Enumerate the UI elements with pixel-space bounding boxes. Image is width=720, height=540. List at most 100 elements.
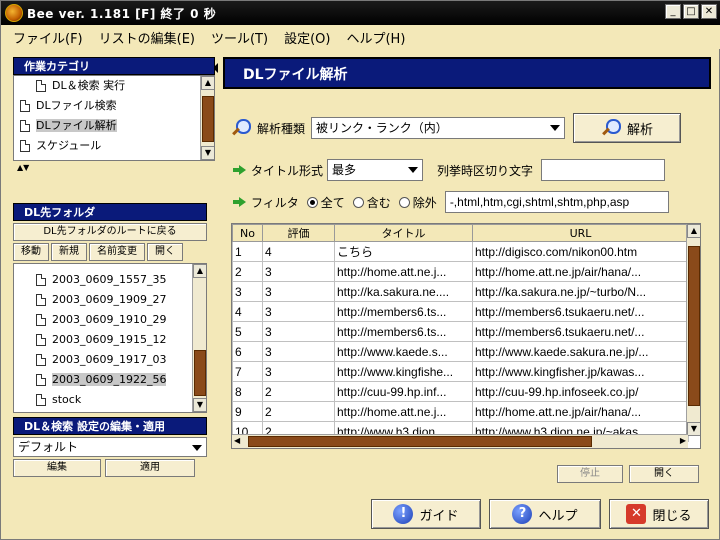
menu-file[interactable]: ファイル(F) (11, 26, 85, 49)
table-cell: http://digisco.com/nikon00.htm (472, 241, 689, 262)
table-cell: 9 (232, 401, 263, 422)
filter-exclude-radio[interactable] (398, 196, 410, 208)
folder-open-button[interactable]: 開く (147, 243, 183, 261)
scroll-left-icon[interactable]: ◀ (234, 436, 240, 445)
analyze-button[interactable]: 解析 (573, 113, 682, 143)
left-panel: 作業カテゴリ DL＆検索 実行 DLファイル検索 DLファイル解析 スケジュール… (13, 57, 215, 487)
splitter-arrows-icon[interactable]: ▲▼ (13, 161, 215, 175)
window-title: Bee ver. 1.181 [F] 終了 0 秒 (27, 6, 217, 21)
folder-list: 2003_0609_1557_35 2003_0609_1909_27 2003_0… (13, 263, 207, 413)
green-arrow-icon (233, 197, 247, 207)
minimize-button[interactable]: _ (665, 4, 681, 19)
category-item-schedule[interactable]: スケジュール (14, 136, 214, 156)
document-icon (20, 140, 30, 152)
folder-item[interactable]: 2003_0609_1909_27 (14, 290, 206, 310)
scroll-up-icon[interactable]: ▲ (201, 76, 214, 90)
folder-icon (36, 354, 46, 366)
menu-edit-list[interactable]: リストの編集(E) (97, 26, 197, 49)
settings-apply-button[interactable]: 適用 (105, 459, 195, 477)
table-hscrollbar[interactable]: ◀ ▶ (232, 434, 688, 448)
table-cell: 3 (262, 261, 335, 282)
folder-item[interactable]: 2003_0609_1915_12 (14, 330, 206, 350)
scroll-down-icon[interactable]: ▼ (193, 398, 206, 412)
table-row[interactable]: 5 3 http://members6.ts... http://members6.t… (232, 321, 689, 342)
app-icon (5, 4, 23, 22)
folder-move-button[interactable]: 移動 (13, 243, 49, 261)
table-cell: http://cuu-99.hp.inf... (334, 381, 473, 402)
guide-button[interactable]: ! ガイド (371, 499, 481, 529)
stop-button[interactable]: 停止 (557, 465, 623, 483)
title-bar[interactable]: Bee ver. 1.181 [F] 終了 0 秒 _ □ ✕ (1, 1, 720, 25)
main-panel: DLファイル解析 解析種類 被リンク・ランク（内） 解析 タイトル形式 最多 列… (223, 57, 711, 487)
folder-icon (36, 374, 46, 386)
analysis-type-label: 解析種類 (257, 121, 306, 136)
scroll-up-icon[interactable]: ▲ (193, 264, 206, 278)
scroll-down-icon[interactable]: ▼ (687, 422, 700, 436)
table-cell: 4 (262, 241, 335, 262)
separator-input[interactable] (541, 159, 666, 181)
table-row[interactable]: 8 2 http://cuu-99.hp.inf... http://cuu-99.h… (232, 381, 689, 402)
table-row[interactable]: 3 3 http://ka.sakura.ne.... http://ka.sakur… (232, 281, 689, 302)
table-row[interactable]: 4 3 http://members6.ts... http://members6.t… (232, 301, 689, 322)
column-header-url[interactable]: URL (472, 224, 689, 242)
scroll-right-icon[interactable]: ▶ (680, 436, 686, 445)
title-format-select[interactable]: 最多 (327, 159, 424, 181)
folder-root-button[interactable]: DL先フォルダのルートに戻る (13, 223, 207, 241)
folder-rename-button[interactable]: 名前変更 (89, 243, 145, 261)
folder-item[interactable]: 2003_0609_1910_29 (14, 310, 206, 330)
filter-include-radio[interactable] (352, 196, 364, 208)
menu-help[interactable]: ヘルプ(H) (344, 26, 407, 49)
folder-item[interactable]: 2003_0609_1917_03 (14, 350, 206, 370)
filter-input[interactable]: -,html,htm,cgi,shtml,shtm,php,asp (444, 191, 669, 213)
help-button[interactable]: ? ヘルプ (489, 499, 601, 529)
folder-item[interactable]: stock (14, 390, 206, 410)
table-cell: http://members6.tsukaeru.net/... (472, 301, 689, 322)
folder-icon (36, 334, 46, 346)
filter-all-label: 全て (320, 195, 345, 210)
folder-item[interactable]: 2003_0609_1922_56 (14, 370, 206, 390)
menu-settings[interactable]: 設定(O) (282, 26, 332, 49)
filter-all-radio[interactable] (306, 196, 318, 208)
table-vscrollbar[interactable]: ▲ ▼ (686, 224, 700, 436)
table-row[interactable]: 1 4 こちら http://digisco.com/nikon00.htm (232, 241, 689, 262)
close-button[interactable]: ✕ 閉じる (609, 499, 709, 529)
category-item-dl-search[interactable]: DL＆検索 実行 (14, 76, 214, 96)
category-item-file-analysis[interactable]: DLファイル解析 (14, 116, 214, 136)
table-row[interactable]: 6 3 http://www.kaede.s... http://www.kaede.… (232, 341, 689, 362)
title-format-value: 最多 (332, 163, 357, 177)
scroll-up-icon[interactable]: ▲ (687, 224, 700, 238)
column-header-title[interactable]: タイトル (334, 224, 473, 242)
table-cell: http://cuu-99.hp.infoseek.co.jp/ (472, 381, 689, 402)
settings-combo[interactable]: デフォルト (13, 437, 207, 457)
filter-label: フィルタ (251, 195, 299, 210)
table-row[interactable]: 9 2 http://home.att.ne.j... http://home.att… (232, 401, 689, 422)
table-row[interactable]: 7 3 http://www.kingfishe... http://www.king… (232, 361, 689, 382)
scroll-down-icon[interactable]: ▼ (201, 146, 214, 160)
folder-scrollbar[interactable]: ▲ ▼ (192, 264, 206, 412)
category-list: DL＆検索 実行 DLファイル検索 DLファイル解析 スケジュール ▲ ▼ (13, 75, 215, 161)
column-header-no[interactable]: No (232, 224, 263, 242)
table-cell: こちら (334, 241, 473, 262)
table-cell: http://www.kaede.sakura.ne.jp/... (472, 341, 689, 362)
settings-edit-button[interactable]: 編集 (13, 459, 101, 477)
table-cell: http://members6.ts... (334, 321, 473, 342)
folder-new-button[interactable]: 新規 (51, 243, 87, 261)
app-window: Bee ver. 1.181 [F] 終了 0 秒 _ □ ✕ ファイル(F) … (0, 0, 720, 540)
analysis-type-select[interactable]: 被リンク・ランク（内） (311, 117, 566, 139)
close-window-button[interactable]: ✕ (701, 4, 717, 19)
menu-tools[interactable]: ツール(T) (209, 26, 270, 49)
category-item-file-search[interactable]: DLファイル検索 (14, 96, 214, 116)
table-row[interactable]: 2 3 http://home.att.ne.j... http://home.att… (232, 261, 689, 282)
table-cell: http://home.att.ne.j... (334, 401, 473, 422)
table-cell: http://www.kingfishe... (334, 361, 473, 382)
column-header-rating[interactable]: 評価 (262, 224, 335, 242)
results-table: No 評価 タイトル URL 1 4 こちら http://digisco.com/n… (231, 223, 701, 449)
chevron-down-icon (550, 125, 561, 131)
category-scrollbar[interactable]: ▲ ▼ (200, 76, 214, 160)
folder-item[interactable]: 2003_0609_1557_35 (14, 270, 206, 290)
table-cell: 3 (262, 281, 335, 302)
maximize-button[interactable]: □ (683, 4, 699, 19)
open-button[interactable]: 開く (629, 465, 699, 483)
document-icon (20, 120, 30, 132)
page-title: DLファイル解析 (223, 57, 711, 89)
